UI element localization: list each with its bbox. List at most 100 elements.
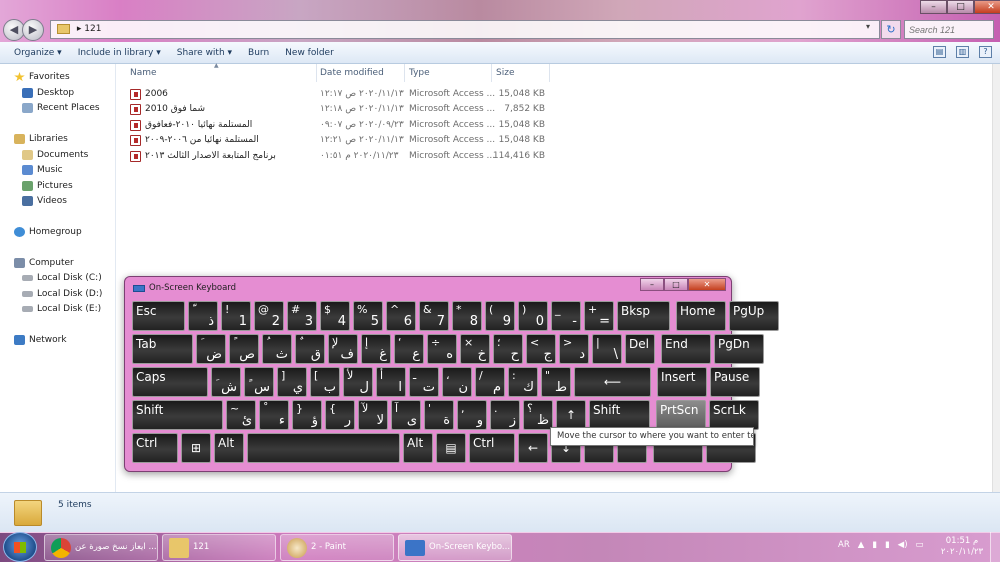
key-comma[interactable]: ,و	[457, 400, 487, 430]
search-input[interactable]	[904, 20, 994, 39]
forward-button[interactable]: ▶	[22, 19, 44, 41]
include-in-library-menu[interactable]: Include in library ▾	[70, 48, 169, 58]
nav-documents[interactable]: Documents	[22, 150, 88, 160]
key-a[interactable]: ِش	[211, 367, 241, 397]
key-rctrl[interactable]: Ctrl	[469, 433, 515, 463]
address-dropdown-icon[interactable]: ▾	[866, 22, 870, 31]
key-o[interactable]: × خ	[460, 334, 490, 364]
osk-close-button[interactable]: ✕	[688, 278, 726, 291]
taskbar-osk[interactable]: On-Screen Keybo...	[398, 534, 512, 561]
organize-menu[interactable]: Organize ▾	[6, 48, 70, 58]
column-separator[interactable]	[404, 64, 405, 82]
help-icon[interactable]: ?	[979, 46, 992, 58]
close-button[interactable]: ✕	[974, 0, 1000, 14]
maximize-button[interactable]: □	[947, 0, 974, 14]
new-folder-button[interactable]: New folder	[277, 48, 342, 58]
preview-pane-icon[interactable]: ▥	[956, 46, 969, 58]
key-caps[interactable]: Caps	[132, 367, 208, 397]
signal-icon[interactable]: ▮	[872, 540, 877, 550]
key-pgup[interactable]: PgUp	[729, 301, 779, 331]
key-z[interactable]: ~ ئ	[226, 400, 256, 430]
key-f[interactable]: [ب	[310, 367, 340, 397]
minimize-button[interactable]: –	[920, 0, 947, 14]
key-rshift[interactable]: Shift	[589, 400, 650, 430]
key-up[interactable]: ↑	[556, 400, 586, 430]
osk-maximize-button[interactable]: □	[664, 278, 688, 291]
key-esc[interactable]: Esc	[132, 301, 185, 331]
key-8[interactable]: * 8	[452, 301, 482, 331]
file-row[interactable]: 2010 شما فوق ٢٠٢٠/١١/١٣ ص ١٢:١٨ Microsof…	[128, 102, 588, 117]
taskbar-chrome[interactable]: ايعاز نسخ صورة عن ...	[44, 534, 158, 561]
column-separator[interactable]	[491, 64, 492, 82]
nav-favorites[interactable]: Favorites	[14, 72, 70, 82]
key-left[interactable]: ←	[518, 433, 548, 463]
nav-desktop[interactable]: Desktop	[22, 88, 74, 98]
key-minus[interactable]: _ -	[551, 301, 581, 331]
key-rbracket[interactable]: > د	[559, 334, 589, 364]
taskbar-paint[interactable]: 2 - Paint	[280, 534, 394, 561]
key-pgdn[interactable]: PgDn	[714, 334, 764, 364]
show-desktop-button[interactable]	[990, 532, 1000, 562]
key-scrlk[interactable]: ScrLk	[709, 400, 759, 430]
key-bksp[interactable]: Bksp	[617, 301, 670, 331]
clock[interactable]: م 01:51 ٢٠٢٠/١١/٢٣	[936, 536, 988, 558]
key-del[interactable]: Del	[625, 334, 655, 364]
file-row[interactable]: 2006 ٢٠٢٠/١١/١٣ ص ١٢:١٧ Microsoft Access…	[128, 87, 588, 102]
key-quote[interactable]: " ط	[541, 367, 571, 397]
key-insert[interactable]: Insert	[657, 367, 707, 397]
show-hidden-icons-icon[interactable]: ▲	[858, 540, 865, 550]
key-win[interactable]: ⊞	[181, 433, 211, 463]
start-button[interactable]	[3, 532, 37, 562]
nav-music[interactable]: Music	[22, 165, 63, 175]
key-lctrl[interactable]: Ctrl	[132, 433, 178, 463]
key-pause[interactable]: Pause	[710, 367, 760, 397]
nav-pictures[interactable]: Pictures	[22, 181, 73, 191]
key-l[interactable]: / م	[475, 367, 505, 397]
nav-homegroup[interactable]: Homegroup	[14, 227, 82, 237]
key-semicolon[interactable]: :ك	[508, 367, 538, 397]
key-prtscn[interactable]: PrtScn	[656, 400, 706, 430]
key-period[interactable]: .ز	[490, 400, 520, 430]
nav-computer[interactable]: Computer	[14, 258, 74, 268]
nav-libraries[interactable]: Libraries	[14, 134, 68, 144]
key-lbracket[interactable]: < ج	[526, 334, 556, 364]
nav-disk-d[interactable]: Local Disk (D:)	[22, 289, 102, 299]
key-p[interactable]: ؛ ح	[493, 334, 523, 364]
key-lalt[interactable]: Alt	[214, 433, 244, 463]
key-0[interactable]: ) 0	[518, 301, 548, 331]
key-6[interactable]: ^ 6	[386, 301, 416, 331]
key-tab[interactable]: Tab	[132, 334, 193, 364]
network-tray-icon[interactable]: ▮	[885, 540, 890, 550]
key-c[interactable]: } ؤ	[292, 400, 322, 430]
nav-disk-e[interactable]: Local Disk (E:)	[22, 304, 101, 314]
key-u[interactable]: ‘ع	[394, 334, 424, 364]
key-menu[interactable]: ▤	[436, 433, 466, 463]
nav-recent-places[interactable]: Recent Places	[22, 103, 100, 113]
column-date-modified[interactable]: Date modified	[320, 64, 384, 82]
address-bar[interactable]: ▸ 121	[50, 20, 880, 39]
key-space[interactable]	[247, 433, 400, 463]
language-indicator[interactable]: AR	[838, 540, 850, 550]
key-n[interactable]: آى	[391, 400, 421, 430]
nav-network[interactable]: Network	[14, 335, 67, 345]
key-1[interactable]: ! 1	[221, 301, 251, 331]
key-ralt[interactable]: Alt	[403, 433, 433, 463]
key-d[interactable]: ] ي	[277, 367, 307, 397]
osk-minimize-button[interactable]: –	[640, 278, 664, 291]
key-7[interactable]: & 7	[419, 301, 449, 331]
key-equals[interactable]: + =	[584, 301, 614, 331]
view-options-icon[interactable]: ▤	[933, 46, 946, 58]
key-j[interactable]: ـت	[409, 367, 439, 397]
refresh-button[interactable]: ↻	[881, 20, 901, 39]
key-t[interactable]: لإ ف	[328, 334, 358, 364]
key-x[interactable]: ْء	[259, 400, 289, 430]
vertical-scrollbar[interactable]	[992, 64, 1000, 492]
file-row[interactable]: برنامج المتابعة الاصدار الثالث ٢٠١٣ ٢٠٢٠…	[128, 149, 588, 164]
usb-icon[interactable]: ▭	[916, 540, 924, 550]
volume-icon[interactable]: ◀)	[898, 540, 908, 550]
burn-button[interactable]: Burn	[240, 48, 277, 58]
column-separator[interactable]	[549, 64, 550, 82]
column-name[interactable]: Name	[130, 64, 157, 82]
key-slash[interactable]: ؟ ظ	[523, 400, 553, 430]
key-3[interactable]: #3	[287, 301, 317, 331]
